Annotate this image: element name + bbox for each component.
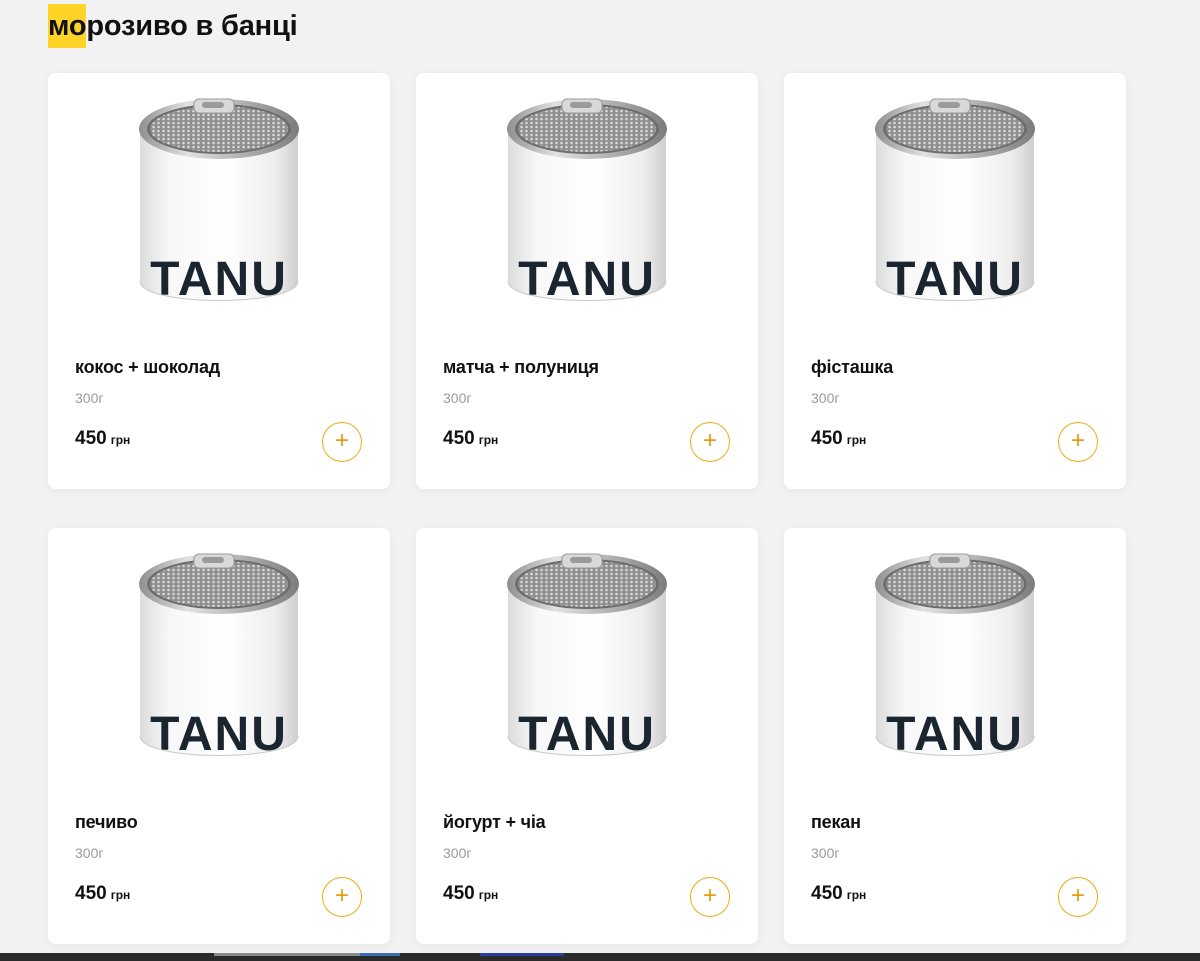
product-card[interactable]: TANU кокос + шоколад 300г 450 грн + — [48, 73, 390, 489]
bottom-strip-segment — [214, 953, 364, 956]
product-image[interactable]: TANU — [494, 540, 680, 772]
section-title-highlight: мо — [48, 4, 87, 48]
product-price: 450 грн — [443, 428, 498, 450]
product-name[interactable]: матча + полуниця — [443, 357, 599, 378]
price-currency: грн — [110, 888, 131, 902]
price-currency: грн — [478, 888, 499, 902]
plus-icon: + — [702, 882, 717, 909]
price-value: 450 — [811, 428, 843, 449]
product-name[interactable]: йогурт + чіа — [443, 812, 546, 833]
add-to-cart-button[interactable]: + — [690, 877, 730, 917]
section-title-rest: розиво в банці — [86, 10, 298, 42]
plus-icon: + — [1070, 427, 1085, 454]
can-brand-text: TANU — [518, 708, 656, 761]
price-value: 450 — [75, 883, 107, 904]
product-card[interactable]: TANU матча + полуниця 300г 450 грн + — [416, 73, 758, 489]
product-price: 450 грн — [811, 428, 866, 450]
price-currency: грн — [110, 433, 131, 447]
product-image[interactable]: TANU — [862, 540, 1048, 772]
price-currency: грн — [478, 433, 499, 447]
product-card[interactable]: TANU пекан 300г 450 грн + — [784, 528, 1126, 944]
product-image[interactable]: TANU — [494, 85, 680, 317]
product-weight: 300г — [811, 845, 840, 861]
product-price: 450 грн — [75, 428, 130, 450]
product-image[interactable]: TANU — [126, 540, 312, 772]
product-card[interactable]: TANU йогурт + чіа 300г 450 грн + — [416, 528, 758, 944]
page: морозиво в банці TANU кокос + шоколад 30… — [0, 0, 1200, 961]
product-price: 450 грн — [811, 883, 866, 905]
add-to-cart-button[interactable]: + — [1058, 877, 1098, 917]
can-brand-text: TANU — [150, 708, 288, 761]
product-card[interactable]: TANU печиво 300г 450 грн + — [48, 528, 390, 944]
can-brand-text: TANU — [150, 253, 288, 306]
can-brand-text: TANU — [886, 708, 1024, 761]
price-value: 450 — [443, 883, 475, 904]
price-value: 450 — [811, 883, 843, 904]
add-to-cart-button[interactable]: + — [690, 422, 730, 462]
section-title: морозиво в банці — [48, 4, 298, 48]
price-value: 450 — [443, 428, 475, 449]
add-to-cart-button[interactable]: + — [1058, 422, 1098, 462]
product-price: 450 грн — [75, 883, 130, 905]
bottom-scrollbar — [0, 953, 1200, 961]
price-value: 450 — [75, 428, 107, 449]
plus-icon: + — [1070, 882, 1085, 909]
product-price: 450 грн — [443, 883, 498, 905]
product-name[interactable]: кокос + шоколад — [75, 357, 220, 378]
price-currency: грн — [846, 433, 867, 447]
product-weight: 300г — [75, 390, 104, 406]
product-card[interactable]: TANU фісташка 300г 450 грн + — [784, 73, 1126, 489]
plus-icon: + — [702, 427, 717, 454]
product-grid: TANU кокос + шоколад 300г 450 грн + TANU… — [48, 73, 1128, 944]
add-to-cart-button[interactable]: + — [322, 877, 362, 917]
bottom-strip-segment — [360, 953, 400, 956]
product-name[interactable]: пекан — [811, 812, 861, 833]
product-weight: 300г — [811, 390, 840, 406]
add-to-cart-button[interactable]: + — [322, 422, 362, 462]
bottom-strip-segment — [480, 953, 564, 956]
product-name[interactable]: печиво — [75, 812, 138, 833]
price-currency: грн — [846, 888, 867, 902]
plus-icon: + — [334, 882, 349, 909]
plus-icon: + — [334, 427, 349, 454]
product-name[interactable]: фісташка — [811, 357, 893, 378]
product-weight: 300г — [75, 845, 104, 861]
can-brand-text: TANU — [518, 253, 656, 306]
can-brand-text: TANU — [886, 253, 1024, 306]
product-image[interactable]: TANU — [862, 85, 1048, 317]
product-image[interactable]: TANU — [126, 85, 312, 317]
product-weight: 300г — [443, 845, 472, 861]
product-weight: 300г — [443, 390, 472, 406]
